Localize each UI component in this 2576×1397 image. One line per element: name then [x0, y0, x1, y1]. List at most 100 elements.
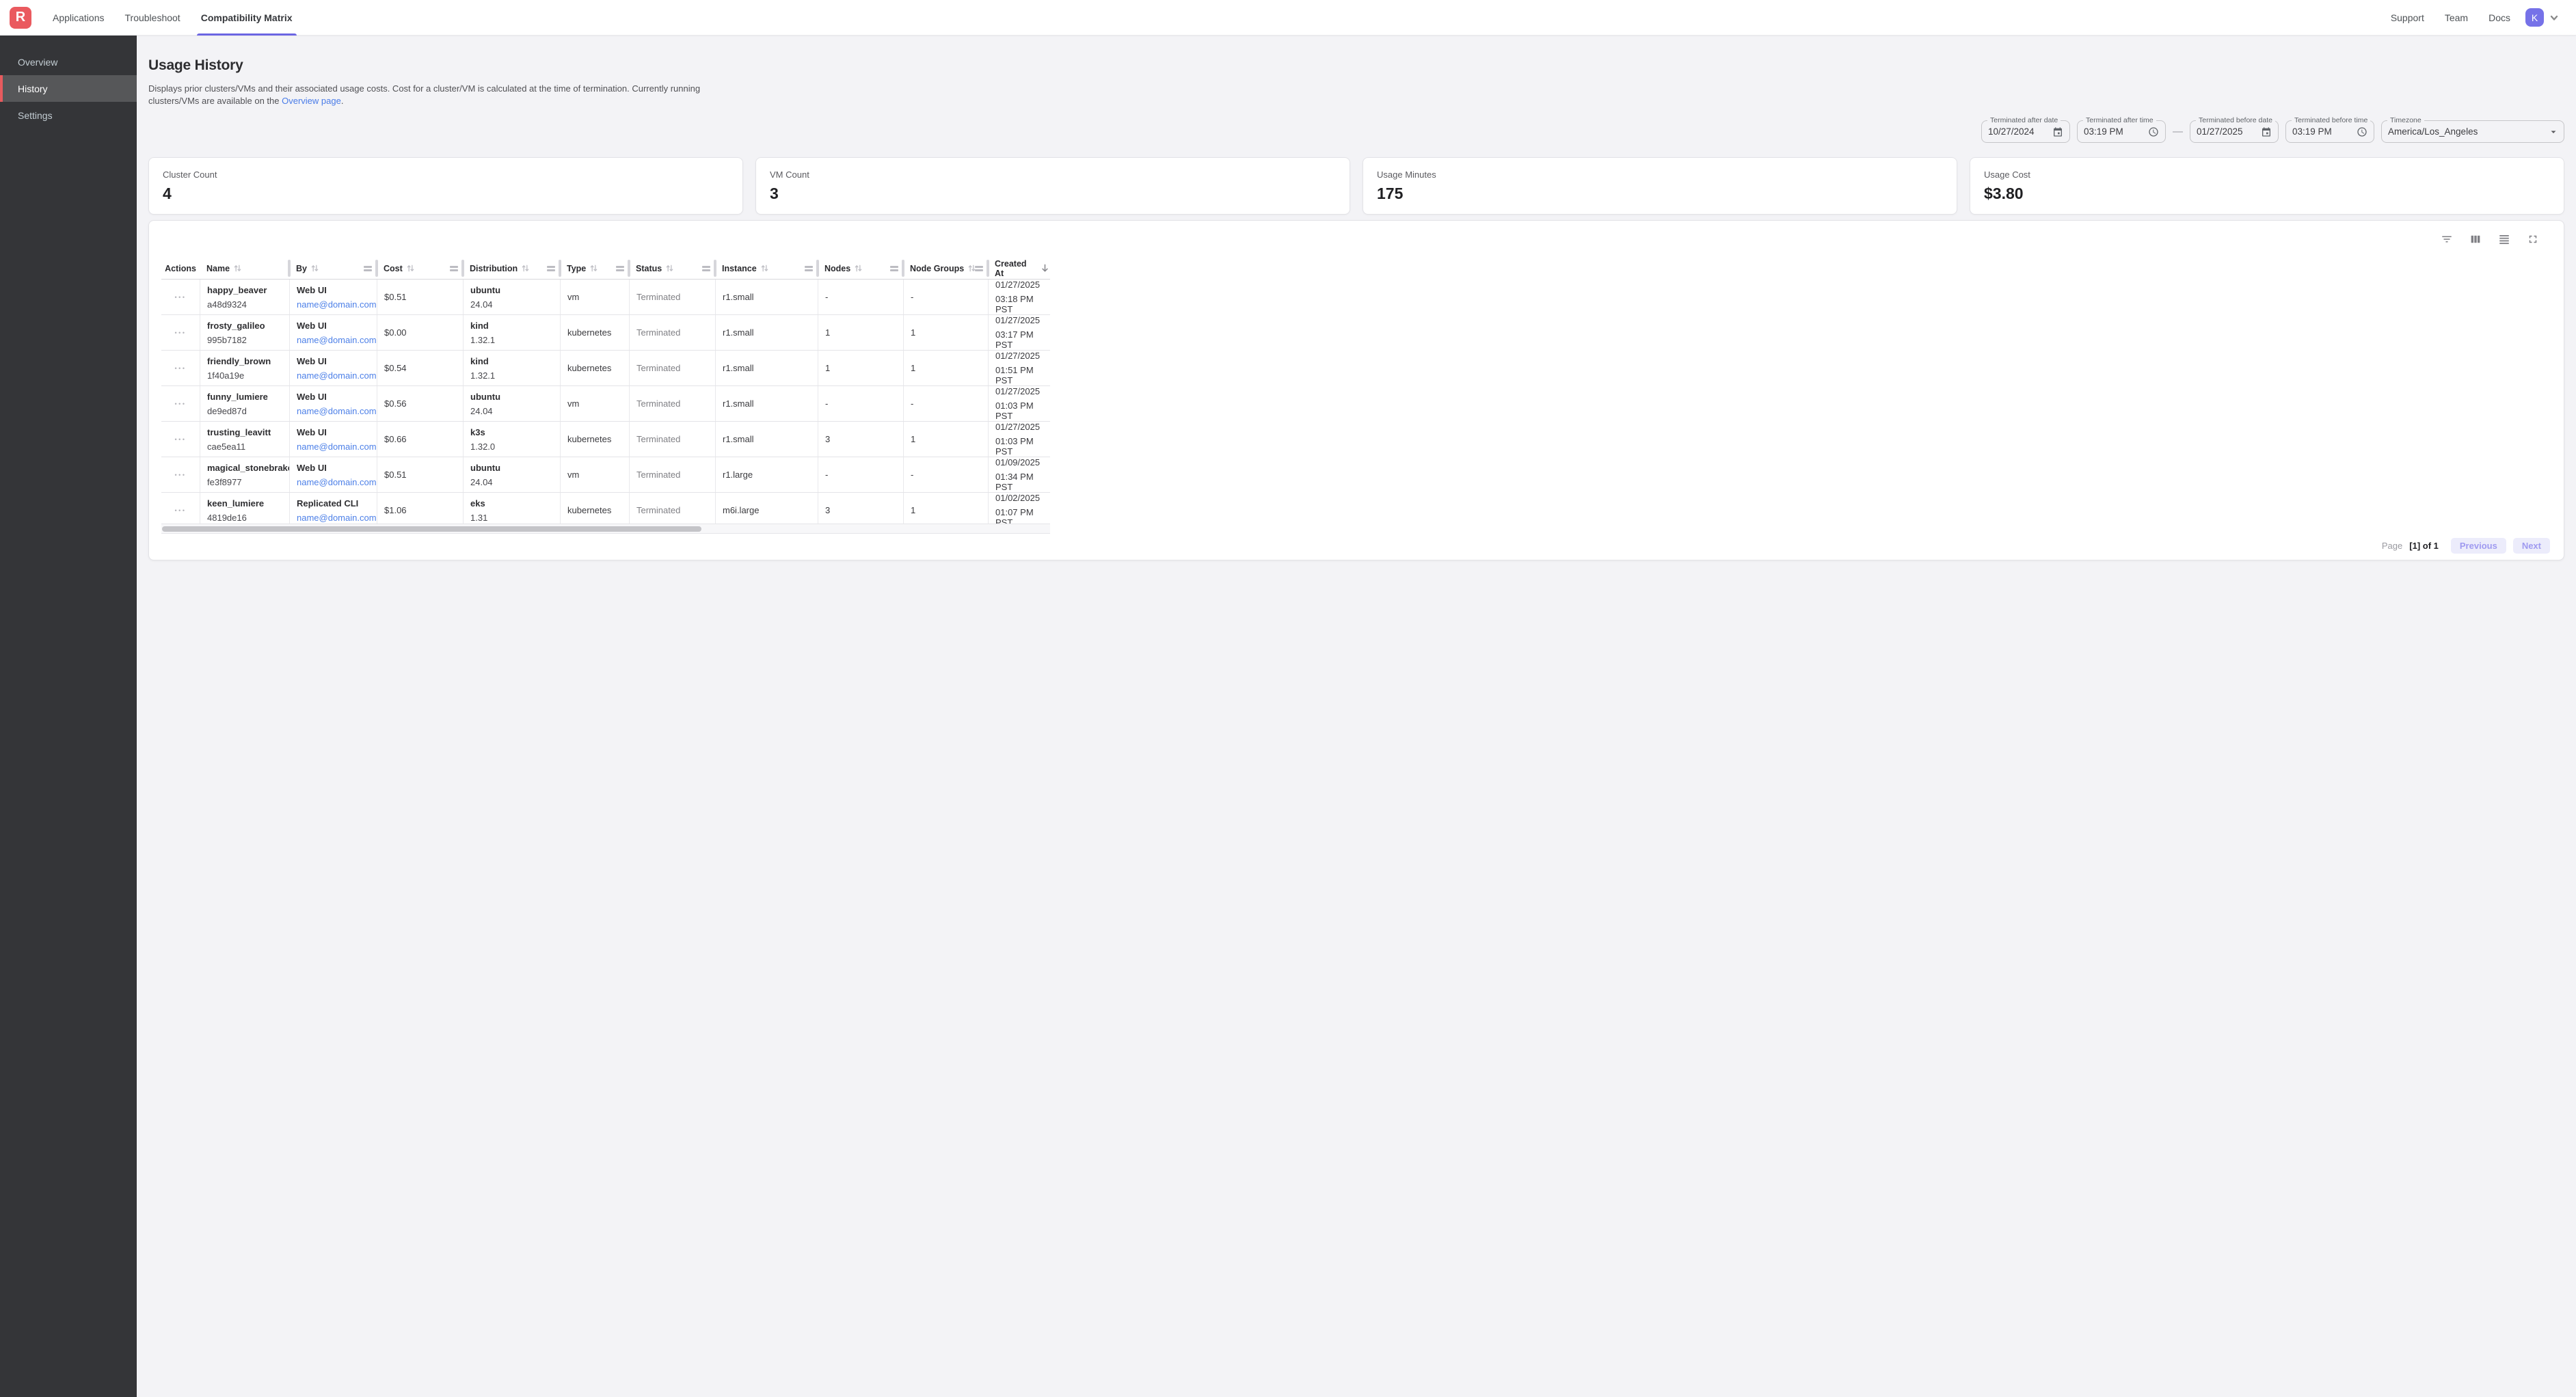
sidebar-item-settings[interactable]: Settings [0, 102, 137, 128]
field-label: Terminated before time [2292, 116, 2370, 124]
clock-icon[interactable] [2357, 126, 2367, 137]
sidebar-item-overview[interactable]: Overview [0, 49, 137, 75]
column-header-created-at[interactable]: Created At [988, 258, 1050, 279]
filter-icon[interactable] [2438, 230, 2456, 248]
column-menu-icon[interactable] [805, 266, 813, 273]
column-header-node-groups[interactable]: Node Groups [903, 258, 988, 279]
column-header-name[interactable]: Name [200, 258, 289, 279]
instance-value: r1.small [723, 363, 818, 373]
density-icon[interactable] [2495, 230, 2513, 248]
cell-by: Web UIname@domain.com [289, 422, 377, 457]
creator-email-link[interactable]: name@domain.com [297, 442, 377, 452]
column-header-cost[interactable]: Cost [377, 258, 463, 279]
creator-email-link[interactable]: name@domain.com [297, 477, 377, 487]
next-page-button[interactable]: Next [2513, 538, 2550, 554]
sort-icon[interactable] [521, 264, 530, 273]
sort-icon[interactable] [233, 264, 242, 273]
column-separator[interactable] [902, 260, 904, 277]
terminated-after-date-field[interactable]: Terminated after date 10/27/2024 [1981, 120, 2070, 143]
column-label: Actions [165, 264, 196, 273]
tab-compatibility-matrix[interactable]: Compatibility Matrix [197, 0, 297, 36]
actions-menu-button[interactable]: ••• [175, 507, 187, 514]
tab-applications[interactable]: Applications [49, 0, 109, 36]
tab-troubleshoot[interactable]: Troubleshoot [121, 0, 185, 36]
creator-email-link[interactable]: name@domain.com [297, 299, 377, 310]
link-support[interactable]: Support [2391, 12, 2424, 23]
creator-email-link[interactable]: name@domain.com [297, 335, 377, 345]
creator-email-link[interactable]: name@domain.com [297, 406, 377, 416]
terminated-before-date-field[interactable]: Terminated before date 01/27/2025 [2190, 120, 2279, 143]
link-docs[interactable]: Docs [2488, 12, 2510, 23]
sort-icon[interactable] [589, 264, 598, 273]
sort-desc-icon[interactable] [1040, 263, 1050, 273]
chevron-down-icon[interactable] [2549, 13, 2559, 23]
column-header-distribution[interactable]: Distribution [463, 258, 560, 279]
column-separator[interactable] [288, 260, 291, 277]
column-menu-icon[interactable] [890, 266, 898, 273]
column-menu-icon[interactable] [702, 266, 710, 273]
actions-menu-button[interactable]: ••• [175, 472, 187, 478]
app-logo[interactable]: R [10, 7, 31, 29]
terminated-before-time-field[interactable]: Terminated before time 03:19 PM [2285, 120, 2374, 143]
field-label: Timezone [2387, 116, 2424, 124]
cell-node-groups: 1 [903, 493, 988, 528]
actions-menu-button[interactable]: ••• [175, 329, 187, 336]
column-header-instance[interactable]: Instance [715, 258, 818, 279]
sort-icon[interactable] [760, 264, 769, 273]
stat-label: Usage Cost [1984, 169, 2550, 180]
previous-page-button[interactable]: Previous [2451, 538, 2506, 554]
column-menu-icon[interactable] [450, 266, 458, 273]
horizontal-scrollbar[interactable] [161, 524, 1050, 534]
cell-node-groups: 1 [903, 351, 988, 385]
column-menu-icon[interactable] [547, 266, 555, 273]
cell-distribution: ubuntu24.04 [463, 386, 560, 421]
status-value: Terminated [636, 470, 715, 480]
nodes-value: 3 [825, 505, 903, 515]
creator-email-link[interactable]: name@domain.com [297, 513, 377, 523]
creator-email-link[interactable]: name@domain.com [297, 370, 377, 381]
column-menu-icon[interactable] [364, 266, 372, 273]
column-menu-icon[interactable] [975, 266, 983, 273]
calendar-icon[interactable] [2052, 126, 2063, 137]
column-header-status[interactable]: Status [629, 258, 715, 279]
column-header-type[interactable]: Type [560, 258, 629, 279]
scrollbar-thumb[interactable] [162, 526, 701, 532]
column-separator[interactable] [987, 260, 989, 277]
clock-icon[interactable] [2148, 126, 2159, 137]
column-separator[interactable] [714, 260, 716, 277]
column-separator[interactable] [628, 260, 630, 277]
column-menu-icon[interactable] [616, 266, 624, 273]
cell-name: magical_stonebrakerfe3f8977 [200, 457, 289, 492]
terminated-after-time-field[interactable]: Terminated after time 03:19 PM [2077, 120, 2166, 143]
column-header-by[interactable]: By [289, 258, 377, 279]
column-separator[interactable] [375, 260, 378, 277]
column-separator[interactable] [816, 260, 819, 277]
link-team[interactable]: Team [2445, 12, 2468, 23]
created-time: 01:03 PM PST [995, 401, 1050, 421]
overview-page-link[interactable]: Overview page [282, 96, 341, 106]
user-avatar[interactable]: K [2525, 8, 2544, 27]
sort-icon[interactable] [665, 264, 674, 273]
cell-type: kubernetes [560, 422, 629, 457]
timezone-select[interactable]: Timezone America/Los_Angeles [2381, 120, 2564, 143]
sidebar-item-history[interactable]: History [0, 75, 137, 102]
created-by: Web UI [297, 392, 377, 402]
sort-icon[interactable] [854, 264, 863, 273]
actions-menu-button[interactable]: ••• [175, 401, 187, 407]
column-separator[interactable] [559, 260, 561, 277]
fullscreen-icon[interactable] [2524, 230, 2542, 248]
calendar-icon[interactable] [2261, 126, 2272, 137]
sort-icon[interactable] [310, 264, 319, 273]
cell-node-groups: - [903, 280, 988, 314]
column-header-nodes[interactable]: Nodes [818, 258, 903, 279]
nodes-value: 1 [825, 327, 903, 338]
columns-icon[interactable] [2467, 230, 2484, 248]
created-time: 01:03 PM PST [995, 436, 1050, 457]
actions-menu-button[interactable]: ••• [175, 365, 187, 372]
cell-created-at: 01/27/202501:03 PM PST [988, 386, 1050, 421]
actions-menu-button[interactable]: ••• [175, 436, 187, 443]
sort-icon[interactable] [406, 264, 415, 273]
actions-menu-button[interactable]: ••• [175, 294, 187, 301]
column-separator[interactable] [461, 260, 464, 277]
column-label: By [296, 264, 307, 273]
